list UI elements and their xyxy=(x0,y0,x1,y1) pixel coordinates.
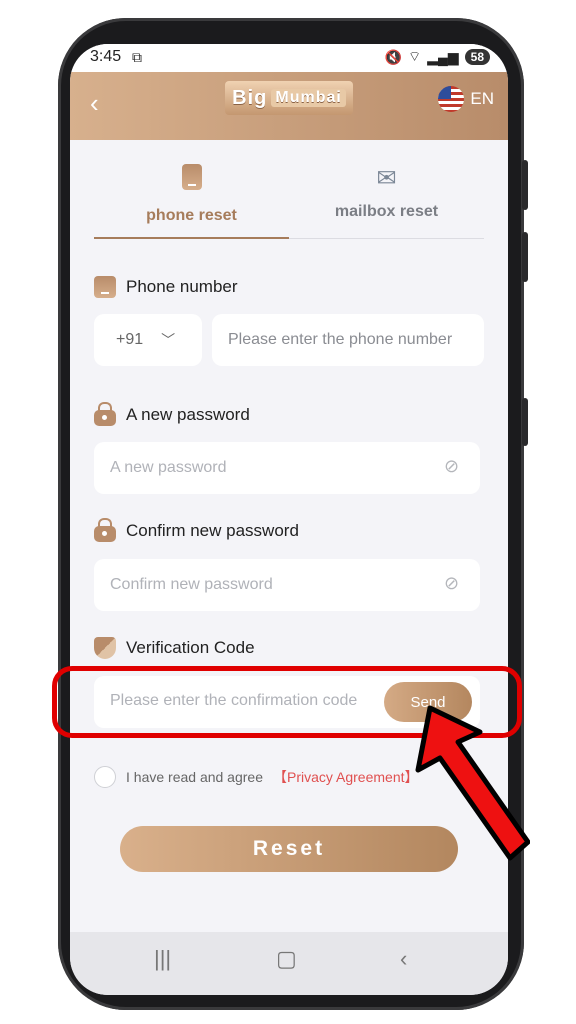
agreement-text: I have read and agree xyxy=(126,769,263,785)
lock-icon xyxy=(94,402,116,426)
confirm-password-label-text: Confirm new password xyxy=(126,521,299,540)
status-bar: 3:45 ⧉ 🔇 ⌔ ▂▄▆ 58 xyxy=(70,44,508,72)
mail-icon: ✉ xyxy=(376,165,397,192)
back-nav-icon[interactable]: ‹ xyxy=(400,946,407,972)
recent-apps-icon[interactable]: ||| xyxy=(154,946,171,972)
power-button xyxy=(522,398,528,446)
agree-checkbox[interactable] xyxy=(94,766,116,788)
agreement-row: I have read and agree 【Privacy Agreement… xyxy=(94,766,419,788)
wifi-icon: ⌔ xyxy=(408,48,422,64)
confirm-password-input[interactable]: Confirm new password ⊘ xyxy=(94,559,480,611)
tab-divider xyxy=(289,238,484,239)
status-icons: 🔇 ⌔ ▂▄▆ 58 xyxy=(385,48,490,66)
volume-down-button xyxy=(522,232,528,282)
privacy-agreement-link[interactable]: 【Privacy Agreement】 xyxy=(273,767,419,787)
shield-icon xyxy=(94,637,116,659)
language-label: EN xyxy=(470,89,494,108)
country-code-select[interactable]: +91 ﹀ xyxy=(94,314,202,366)
eye-off-icon[interactable]: ⊘ xyxy=(444,573,466,595)
logo-word-mumbai: Mumbai xyxy=(271,89,346,107)
tab-label: mailbox reset xyxy=(334,203,439,220)
active-tab-indicator xyxy=(94,237,289,239)
reset-button[interactable]: Reset xyxy=(120,826,458,872)
status-time: 3:45 xyxy=(90,48,122,65)
us-flag-icon xyxy=(438,86,465,112)
signal-icon: ▂▄▆ xyxy=(427,48,459,65)
confirm-password-placeholder: Confirm new password xyxy=(110,576,273,593)
tab-mailbox-reset[interactable]: ✉ mailbox reset xyxy=(289,164,484,240)
verification-code-label: Verification Code xyxy=(94,637,255,659)
app-header: ‹ Big Mumbai EN xyxy=(70,72,508,140)
logo-word-big: Big xyxy=(232,86,268,109)
screenshot-icon: ⧉ xyxy=(132,49,142,65)
country-code-value: +91 xyxy=(116,331,144,348)
tab-phone-reset[interactable]: phone reset xyxy=(94,164,289,240)
reset-method-tabs: phone reset ✉ mailbox reset xyxy=(94,164,484,240)
confirm-password-label: Confirm new password xyxy=(94,518,299,542)
eye-off-icon[interactable]: ⊘ xyxy=(444,456,466,478)
phone-placeholder: Please enter the phone number xyxy=(228,331,453,348)
system-nav-bar: ||| ▢ ‹ xyxy=(70,932,508,995)
new-password-input[interactable]: A new password ⊘ xyxy=(94,442,480,494)
verification-label-text: Verification Code xyxy=(126,638,255,657)
battery-badge: 58 xyxy=(464,49,490,65)
new-password-label-text: A new password xyxy=(126,405,250,424)
phone-input[interactable]: Please enter the phone number xyxy=(212,314,484,366)
volume-up-button xyxy=(522,160,528,210)
phone-icon xyxy=(94,276,116,298)
tab-label: phone reset xyxy=(146,207,237,224)
language-selector[interactable]: EN xyxy=(438,86,494,112)
chevron-down-icon: ﹀ xyxy=(161,332,176,348)
pointer-arrow-icon xyxy=(415,705,530,861)
new-password-placeholder: A new password xyxy=(110,459,227,476)
home-icon[interactable]: ▢ xyxy=(276,946,297,972)
app-logo: Big Mumbai xyxy=(225,81,353,115)
back-icon[interactable]: ‹ xyxy=(90,88,99,119)
phone-icon xyxy=(94,164,289,197)
phone-label-text: Phone number xyxy=(126,277,238,296)
phone-number-label: Phone number xyxy=(94,276,238,298)
mute-icon: 🔇 xyxy=(384,48,403,65)
new-password-label: A new password xyxy=(94,402,250,426)
lock-icon xyxy=(94,518,116,542)
